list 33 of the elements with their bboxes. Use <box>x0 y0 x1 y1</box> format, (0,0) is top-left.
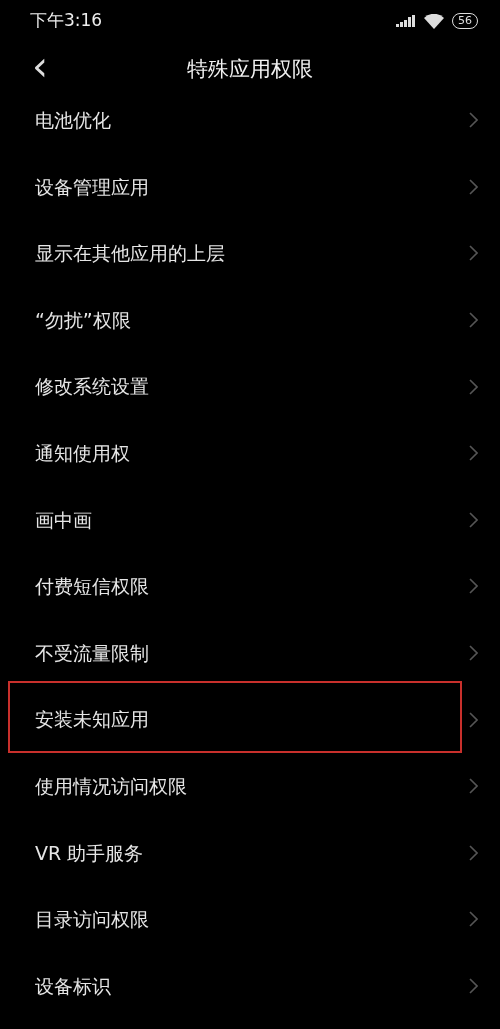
chevron-icon <box>469 312 478 329</box>
chevron-icon <box>469 844 478 861</box>
chevron-icon <box>469 978 478 994</box>
back-button[interactable]: ‹ <box>26 46 54 86</box>
chevron-icon <box>469 245 478 262</box>
settings-item[interactable]: 不受流量限制 <box>35 638 149 668</box>
signal-icon <box>396 15 416 27</box>
settings-item[interactable]: 电池优化 <box>35 106 111 135</box>
chevron-icon <box>469 445 478 462</box>
chevron-icon <box>469 511 478 528</box>
settings-item[interactable]: 通知使用权 <box>35 439 130 468</box>
chevron-icon <box>469 578 478 595</box>
chevron-icon <box>469 911 478 928</box>
chevron-icon <box>469 112 478 129</box>
settings-item[interactable]: 显示在其他应用的上层 <box>35 239 225 268</box>
settings-item[interactable]: 目录访问权限 <box>35 905 149 934</box>
settings-item[interactable]: 设备标识 <box>35 971 111 1001</box>
settings-item[interactable]: 修改系统设置 <box>35 372 149 401</box>
settings-item[interactable]: 安装未知应用 <box>35 705 149 734</box>
settings-item[interactable]: 付费短信权限 <box>35 572 149 601</box>
status-time: 下午3:16 <box>30 9 103 33</box>
settings-item[interactable]: 画中画 <box>35 505 92 535</box>
page-title: 特殊应用权限 <box>187 56 313 84</box>
settings-item[interactable]: 设备管理应用 <box>35 172 149 202</box>
settings-item[interactable]: “勿扰”权限 <box>35 305 131 335</box>
chevron-icon <box>469 378 478 395</box>
wifi-icon <box>424 13 444 29</box>
chevron-icon <box>469 778 478 795</box>
chevron-icon <box>469 711 478 728</box>
settings-item[interactable]: VR 助手服务 <box>35 838 144 868</box>
chevron-icon <box>469 645 478 662</box>
chevron-icon <box>469 178 478 195</box>
settings-item[interactable]: 使用情况访问权限 <box>35 772 187 801</box>
